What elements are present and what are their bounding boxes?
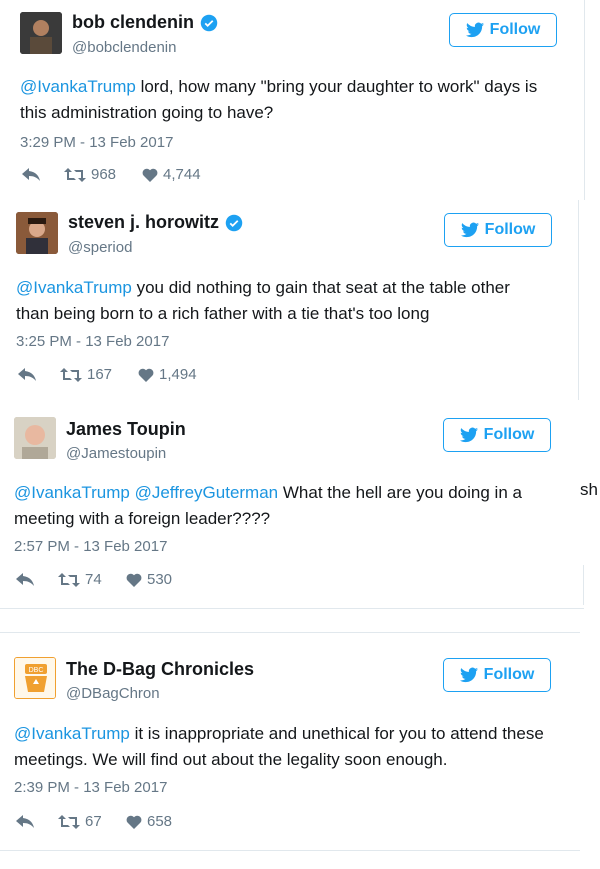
like-button[interactable]: 1,494 bbox=[138, 366, 197, 383]
twitter-bird-icon bbox=[459, 667, 478, 683]
reply-icon bbox=[16, 572, 34, 586]
retweet-icon bbox=[58, 814, 80, 829]
reply-icon bbox=[22, 167, 40, 181]
retweet-count: 968 bbox=[91, 166, 117, 183]
timestamp[interactable]: 3:29 PM - 13 Feb 2017 bbox=[20, 134, 173, 151]
like-count: 1,494 bbox=[159, 366, 197, 383]
follow-label: Follow bbox=[489, 21, 541, 38]
card-border bbox=[0, 850, 580, 851]
timestamp[interactable]: 2:39 PM - 13 Feb 2017 bbox=[14, 779, 167, 796]
mention-link[interactable]: @IvankaTrump bbox=[14, 483, 130, 502]
tweet-text: @IvankaTrump you did nothing to gain tha… bbox=[16, 275, 546, 327]
tweet-card: steven j. horowitz @speriod Follow @Ivan… bbox=[0, 200, 585, 400]
retweet-icon bbox=[64, 167, 86, 182]
tweet-card: bob clendenin @bobclendenin Follow @Ivan… bbox=[0, 0, 585, 200]
twitter-bird-icon bbox=[459, 427, 478, 443]
display-name[interactable]: steven j. horowitz bbox=[68, 212, 219, 233]
reply-button[interactable] bbox=[16, 814, 58, 829]
like-button[interactable]: 530 bbox=[126, 571, 172, 588]
follow-button[interactable]: Follow bbox=[443, 658, 551, 692]
follow-label: Follow bbox=[483, 666, 535, 683]
user-handle[interactable]: @DBagChron bbox=[66, 685, 160, 702]
like-button[interactable]: 658 bbox=[126, 813, 172, 830]
tweet-card: James Toupin @Jamestoupin Follow @Ivanka… bbox=[0, 405, 585, 610]
like-count: 658 bbox=[147, 813, 173, 830]
retweet-button[interactable]: 167 bbox=[60, 366, 138, 383]
avatar[interactable]: DBC bbox=[14, 657, 56, 699]
reply-icon bbox=[18, 367, 36, 381]
card-border bbox=[583, 565, 584, 605]
display-name[interactable]: bob clendenin bbox=[72, 12, 194, 33]
avatar[interactable] bbox=[20, 12, 62, 54]
cropped-text: sh bbox=[580, 480, 598, 499]
heart-icon bbox=[138, 368, 154, 382]
verified-badge-icon bbox=[225, 214, 243, 231]
reply-button[interactable] bbox=[18, 367, 60, 382]
user-handle[interactable]: @Jamestoupin bbox=[66, 445, 166, 462]
follow-label: Follow bbox=[484, 221, 536, 238]
timestamp[interactable]: 3:25 PM - 13 Feb 2017 bbox=[16, 333, 169, 350]
like-count: 4,744 bbox=[163, 166, 201, 183]
tweet-text: @IvankaTrump it is inappropriate and une… bbox=[14, 721, 559, 773]
display-name[interactable]: The D-Bag Chronicles bbox=[66, 659, 254, 680]
mention-link[interactable]: @IvankaTrump bbox=[20, 77, 136, 96]
follow-button[interactable]: Follow bbox=[443, 418, 551, 452]
twitter-bird-icon bbox=[465, 22, 484, 38]
retweet-count: 167 bbox=[87, 366, 113, 383]
verified-badge-icon bbox=[200, 14, 218, 31]
follow-button[interactable]: Follow bbox=[444, 213, 552, 247]
mention-link[interactable]: @IvankaTrump bbox=[16, 278, 132, 297]
retweet-button[interactable]: 67 bbox=[58, 813, 126, 830]
display-name[interactable]: James Toupin bbox=[66, 419, 186, 440]
reply-button[interactable] bbox=[22, 167, 64, 182]
tweet-text: @IvankaTrump lord, how many "bring your … bbox=[20, 74, 540, 126]
retweet-icon bbox=[58, 572, 80, 587]
card-border bbox=[0, 608, 584, 609]
retweet-count: 74 bbox=[85, 571, 102, 588]
mention-link[interactable]: @JeffreyGuterman bbox=[135, 483, 279, 502]
user-handle[interactable]: @bobclendenin bbox=[72, 39, 176, 56]
reply-button[interactable] bbox=[16, 572, 58, 587]
card-border bbox=[578, 200, 579, 400]
card-border bbox=[584, 0, 585, 200]
retweet-count: 67 bbox=[85, 813, 102, 830]
tweet-text: @IvankaTrump @JeffreyGuterman What the h… bbox=[14, 480, 554, 532]
like-count: 530 bbox=[147, 571, 173, 588]
avatar[interactable] bbox=[16, 212, 58, 254]
like-button[interactable]: 4,744 bbox=[142, 166, 201, 183]
timestamp[interactable]: 2:57 PM - 13 Feb 2017 bbox=[14, 538, 167, 555]
heart-icon bbox=[126, 573, 142, 587]
tweet-card: DBC The D-Bag Chronicles @DBagChron Foll… bbox=[0, 645, 585, 855]
avatar-logo-text: DBC bbox=[29, 667, 44, 674]
heart-icon bbox=[126, 815, 142, 829]
user-handle[interactable]: @speriod bbox=[68, 239, 132, 256]
follow-label: Follow bbox=[483, 426, 535, 443]
follow-button[interactable]: Follow bbox=[449, 13, 557, 47]
mention-link[interactable]: @IvankaTrump bbox=[14, 724, 130, 743]
heart-icon bbox=[142, 168, 158, 182]
card-border bbox=[0, 632, 580, 633]
twitter-bird-icon bbox=[460, 222, 479, 238]
retweet-button[interactable]: 74 bbox=[58, 571, 126, 588]
avatar[interactable] bbox=[14, 417, 56, 459]
reply-icon bbox=[16, 814, 34, 828]
retweet-button[interactable]: 968 bbox=[64, 166, 142, 183]
retweet-icon bbox=[60, 367, 82, 382]
